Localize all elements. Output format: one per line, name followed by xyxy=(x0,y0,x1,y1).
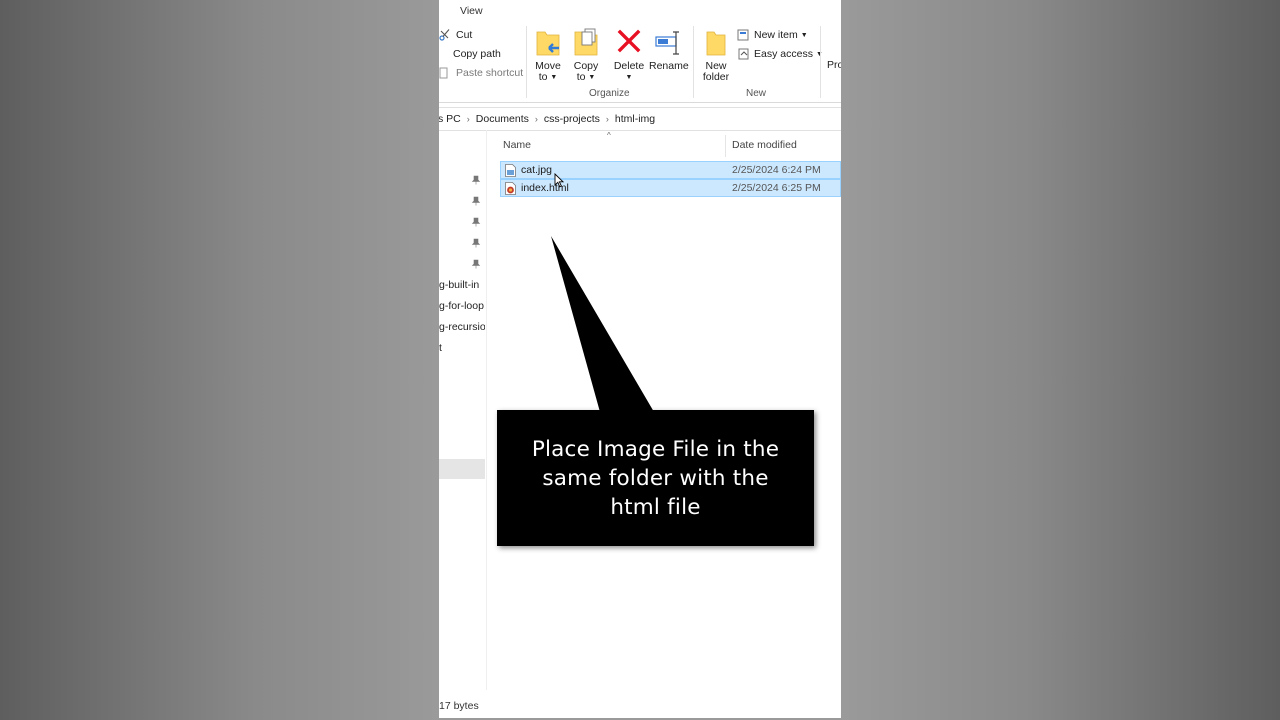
chevron-right-icon: › xyxy=(605,114,609,124)
callout-line: html file xyxy=(610,494,701,520)
column-header-date-modified[interactable]: Date modified xyxy=(732,139,797,151)
cut-label: Cut xyxy=(456,29,473,41)
pin-icon[interactable] xyxy=(471,238,481,248)
new-item-button[interactable]: New item ▼ xyxy=(737,26,808,44)
rename-label: Rename xyxy=(649,60,689,72)
column-header-row: ^ Name Date modified xyxy=(498,131,841,157)
nav-item[interactable]: g-for-loop xyxy=(439,300,485,312)
copy-to-label-2: to xyxy=(576,71,586,83)
copy-path-label: Copy path xyxy=(453,48,501,60)
breadcrumb-html-img[interactable]: html-img xyxy=(615,113,655,125)
ribbon-separator xyxy=(526,26,527,98)
easy-access-button[interactable]: Easy access ▼ xyxy=(737,45,823,63)
callout-line: Place Image File in the xyxy=(531,436,780,462)
pin-icon[interactable] xyxy=(471,259,481,269)
tab-view[interactable]: View xyxy=(460,5,483,17)
chevron-right-icon: › xyxy=(534,114,538,124)
html-file-icon xyxy=(505,182,516,195)
delete-x-icon xyxy=(617,29,641,53)
new-folder-icon xyxy=(706,31,726,56)
nav-item-selected[interactable] xyxy=(439,459,485,479)
chevron-right-icon: › xyxy=(466,114,470,124)
easy-access-label: Easy access xyxy=(754,48,813,60)
paste-shortcut-button[interactable]: Paste shortcut xyxy=(439,64,523,82)
paste-shortcut-icon xyxy=(439,66,453,80)
ribbon-separator xyxy=(693,26,694,98)
nav-item[interactable]: g-built-in xyxy=(439,279,485,291)
copy-to-button[interactable]: Copy to ▼ xyxy=(571,28,601,83)
scissors-icon xyxy=(439,28,453,42)
rename-button[interactable]: Rename xyxy=(649,28,689,72)
move-to-label-2: to xyxy=(538,71,548,83)
navigation-pane: g-built-in g-for-loop g-recursion t xyxy=(439,130,487,690)
move-to-button[interactable]: Move to ▼ xyxy=(533,28,563,83)
breadcrumb-documents[interactable]: Documents xyxy=(476,113,529,125)
column-divider[interactable] xyxy=(725,135,726,157)
pin-icon[interactable] xyxy=(471,196,481,206)
ribbon: Cut Copy path Paste shortcut Move to ▼ C… xyxy=(439,22,841,103)
file-date: 2/25/2024 6:24 PM xyxy=(732,164,821,176)
new-folder-label-2: folder xyxy=(702,71,730,83)
mouse-pointer-icon xyxy=(554,173,564,188)
chevron-down-icon: ▼ xyxy=(588,74,596,81)
callout-line: same folder with the xyxy=(542,465,769,491)
callout-text: Place Image File in the same folder with… xyxy=(506,435,806,522)
image-file-icon xyxy=(505,164,516,177)
column-header-name[interactable]: Name xyxy=(503,139,531,151)
sort-up-icon: ^ xyxy=(607,131,611,140)
callout-box: Place Image File in the same folder with… xyxy=(497,410,814,546)
file-name: cat.jpg xyxy=(521,164,552,176)
nav-item[interactable]: t xyxy=(439,342,485,354)
file-row-index-html[interactable]: index.html 2/25/2024 6:25 PM xyxy=(500,179,841,197)
address-bar[interactable]: s PC › Documents › css-projects › html-i… xyxy=(439,107,841,131)
pin-icon[interactable] xyxy=(471,175,481,185)
copy-path-button[interactable]: Copy path xyxy=(439,45,501,63)
delete-label: Delete xyxy=(613,60,645,72)
chevron-down-icon: ▼ xyxy=(550,74,558,81)
new-item-icon xyxy=(737,28,751,42)
new-folder-button[interactable]: New folder xyxy=(701,28,731,83)
cut-button[interactable]: Cut xyxy=(439,26,472,44)
breadcrumb-this-pc[interactable]: s PC xyxy=(439,113,461,125)
ribbon-separator xyxy=(820,26,821,98)
new-group-label: New xyxy=(746,88,767,99)
ribbon-tab-strip: View xyxy=(439,0,841,23)
organize-group-label: Organize xyxy=(589,88,630,99)
properties-button[interactable]: Pro xyxy=(827,56,841,74)
easy-access-icon xyxy=(737,47,751,61)
rename-icon xyxy=(655,31,679,55)
move-to-icon xyxy=(536,31,560,56)
file-date: 2/25/2024 6:25 PM xyxy=(732,182,821,194)
file-explorer-window: View Cut Copy path Paste shortcut Move t… xyxy=(439,0,841,718)
breadcrumb-css-projects[interactable]: css-projects xyxy=(544,113,600,125)
status-bar-size: 17 bytes xyxy=(439,700,479,712)
nav-item[interactable]: g-recursion xyxy=(439,321,485,333)
file-row-cat-jpg[interactable]: cat.jpg 2/25/2024 6:24 PM xyxy=(500,161,841,179)
chevron-down-icon: ▼ xyxy=(800,31,808,39)
pin-icon[interactable] xyxy=(471,217,481,227)
paste-shortcut-label: Paste shortcut xyxy=(456,67,524,79)
copy-to-icon xyxy=(574,28,598,56)
delete-button[interactable]: Delete ▼ xyxy=(613,28,645,83)
properties-label: Pro xyxy=(827,59,841,71)
chevron-down-icon: ▼ xyxy=(625,74,633,81)
new-item-label: New item xyxy=(754,29,798,41)
